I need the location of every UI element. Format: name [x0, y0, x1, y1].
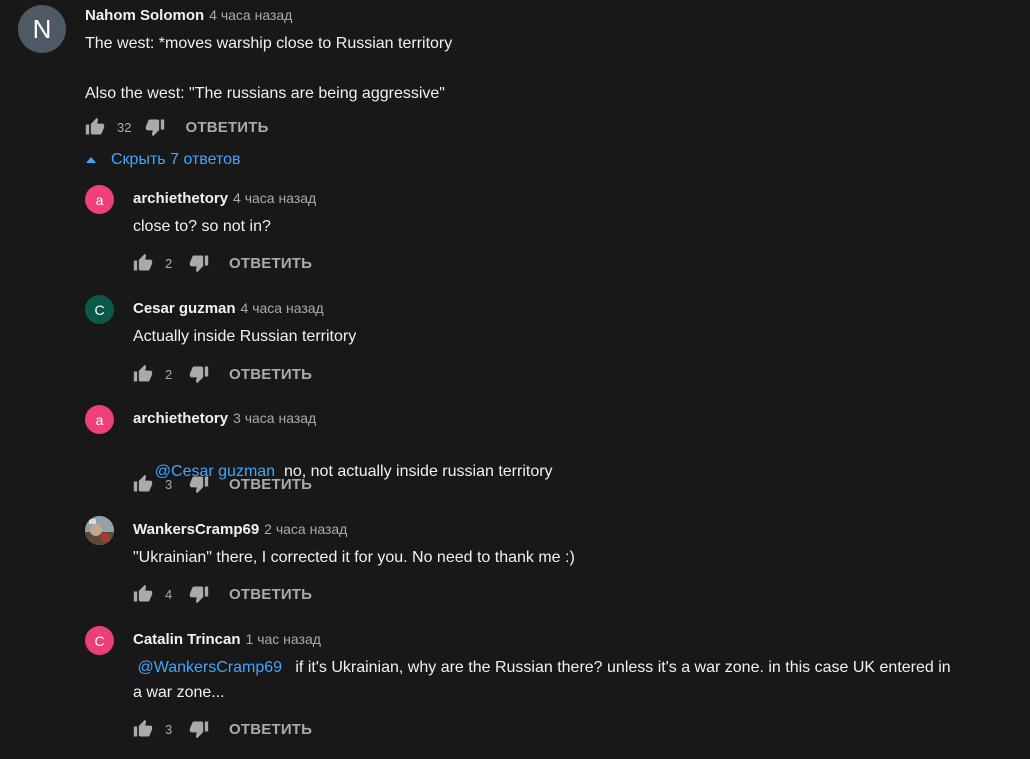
- dislike-icon[interactable]: [145, 117, 165, 137]
- reply-button[interactable]: ОТВЕТИТЬ: [185, 119, 268, 136]
- avatar[interactable]: a: [85, 185, 114, 214]
- hide-replies-button[interactable]: Скрыть 7 ответов: [85, 151, 241, 169]
- reply-author[interactable]: archiethetory: [133, 190, 228, 207]
- avatar-letter: a: [95, 191, 104, 208]
- reply-author[interactable]: Catalin Trincan: [133, 631, 241, 648]
- avatar[interactable]: a: [85, 405, 114, 434]
- reply-time[interactable]: 4 часа назад: [241, 300, 324, 316]
- comment-author[interactable]: Nahom Solomon: [85, 7, 204, 24]
- reply-actions: 2 ОТВЕТИТЬ: [133, 364, 312, 384]
- avatar[interactable]: C: [85, 295, 114, 324]
- avatar[interactable]: [85, 516, 114, 545]
- avatar-letter: C: [94, 301, 105, 318]
- like-count: 3: [165, 721, 173, 737]
- comments-thread: N Nahom Solomon 4 часа назад The west: *m…: [0, 0, 1030, 759]
- reply-header: WankersCramp69 2 часа назад: [133, 521, 347, 539]
- like-count: 4: [165, 586, 173, 602]
- reply-author[interactable]: archiethetory: [133, 410, 228, 427]
- reply-header: Catalin Trincan 1 час назад: [133, 631, 321, 649]
- reply-actions: 3 ОТВЕТИТЬ: [133, 719, 312, 739]
- avatar-photo: [85, 516, 114, 545]
- comment-text: The west: *moves warship close to Russia…: [85, 35, 453, 102]
- like-icon[interactable]: [133, 584, 153, 604]
- avatar-letter: N: [32, 13, 52, 44]
- dislike-icon[interactable]: [189, 253, 209, 273]
- like-count: 2: [165, 255, 173, 271]
- reply-author[interactable]: Cesar guzman: [133, 300, 236, 317]
- reply-button[interactable]: ОТВЕТИТЬ: [229, 366, 312, 383]
- comment-time[interactable]: 4 часа назад: [209, 7, 292, 23]
- reply-actions: 4 ОТВЕТИТЬ: [133, 584, 312, 604]
- reply-header: archiethetory 3 часа назад: [133, 410, 316, 428]
- reply-text: @WankersCramp69 if it's Ukrainian, why a…: [133, 655, 1013, 705]
- like-icon[interactable]: [133, 253, 153, 273]
- reply-body: no, not actually inside russian territor…: [283, 463, 553, 480]
- reply-text: close to? so not in?: [133, 218, 271, 235]
- chevron-up-icon: [86, 157, 96, 163]
- comment-header: Nahom Solomon 4 часа назад: [85, 7, 292, 25]
- avatar[interactable]: C: [85, 626, 114, 655]
- reply-text: "Ukrainian" there, I corrected it for yo…: [133, 549, 575, 566]
- reply-time[interactable]: 4 часа назад: [233, 190, 316, 206]
- dislike-icon[interactable]: [189, 719, 209, 739]
- reply-time[interactable]: 3 часа назад: [233, 410, 316, 426]
- like-count: 2: [165, 366, 173, 382]
- like-icon[interactable]: [85, 117, 105, 137]
- reply-button[interactable]: ОТВЕТИТЬ: [229, 476, 312, 493]
- reply-header: Cesar guzman 4 часа назад: [133, 300, 324, 318]
- avatar[interactable]: N: [18, 5, 66, 53]
- dislike-icon[interactable]: [189, 364, 209, 384]
- reply-header: archiethetory 4 часа назад: [133, 190, 316, 208]
- like-count: 3: [165, 476, 173, 492]
- like-icon[interactable]: [133, 474, 153, 494]
- reply-actions: 3 ОТВЕТИТЬ: [133, 474, 312, 494]
- reply-text: @Cesar guzman no, not actually inside ru…: [137, 434, 553, 509]
- avatar-letter: C: [94, 632, 105, 649]
- hide-replies-label: Скрыть 7 ответов: [111, 151, 241, 168]
- avatar-letter: a: [95, 411, 104, 428]
- dislike-icon[interactable]: [189, 474, 209, 494]
- like-count: 32: [117, 119, 132, 135]
- reply-actions: 2 ОТВЕТИТЬ: [133, 253, 312, 273]
- reply-time[interactable]: 1 час назад: [246, 631, 321, 647]
- comment-actions: 32 ОТВЕТИТЬ: [85, 117, 269, 137]
- reply-text: Actually inside Russian territory: [133, 328, 357, 345]
- reply-time[interactable]: 2 часа назад: [264, 521, 347, 537]
- reply-button[interactable]: ОТВЕТИТЬ: [229, 721, 312, 738]
- mention-link[interactable]: @WankersCramp69: [137, 659, 282, 676]
- like-icon[interactable]: [133, 719, 153, 739]
- reply-button[interactable]: ОТВЕТИТЬ: [229, 255, 312, 272]
- like-icon[interactable]: [133, 364, 153, 384]
- dislike-icon[interactable]: [189, 584, 209, 604]
- reply-button[interactable]: ОТВЕТИТЬ: [229, 586, 312, 603]
- reply-author[interactable]: WankersCramp69: [133, 521, 259, 538]
